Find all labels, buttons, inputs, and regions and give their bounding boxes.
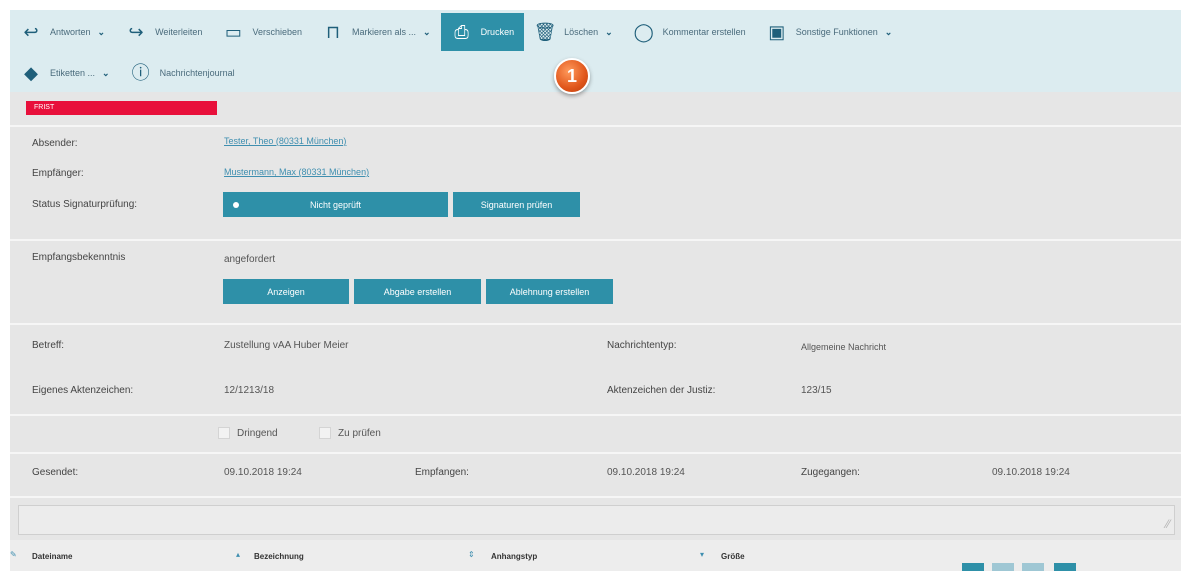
divider	[10, 125, 1181, 127]
comment-icon: ◯	[633, 22, 654, 42]
own-reference-value: 12/1213/18	[224, 385, 275, 396]
toolbar-button-label: Sonstige Funktionen	[795, 27, 878, 37]
frist-badge: FRIST	[26, 101, 217, 115]
delivered-label: Zugegangen:	[801, 467, 860, 478]
folder-icon: ▭	[224, 22, 242, 42]
toolbar-nachrichtenjournal-button[interactable]: ⓘ Nachrichtenjournal	[120, 54, 245, 92]
trash-icon: 🗑	[533, 22, 557, 42]
toolbar-antworten-button[interactable]: ↩ Antworten ⌄	[10, 13, 115, 51]
toolbar-markieren-als-button[interactable]: ⊓ Markieren als ... ⌄	[312, 13, 441, 51]
pagination-control[interactable]	[962, 563, 984, 571]
column-header-filename[interactable]: Dateiname	[32, 552, 72, 561]
show-receipt-button[interactable]: Anzeigen	[223, 279, 349, 304]
toolbar-löschen-button[interactable]: 🗑 Löschen ⌄	[524, 13, 623, 51]
chevron-down-icon[interactable]: ⌄	[885, 27, 893, 38]
checkbox-box[interactable]	[319, 427, 331, 439]
step-callout-badge: 1	[554, 58, 590, 94]
toolbar-button-label: Markieren als ...	[351, 27, 417, 37]
toolbar-button-label: Antworten	[50, 27, 91, 37]
toolbar-button-label: Drucken	[480, 27, 515, 37]
recipient-link[interactable]: Mustermann, Max (80331 München)	[224, 167, 369, 177]
toolbar-verschieben-button[interactable]: ▭ Verschieben	[212, 13, 312, 51]
status-dot-icon	[233, 202, 239, 208]
pagination-control[interactable]	[1054, 563, 1076, 571]
sender-label: Absender:	[32, 138, 78, 149]
recipient-label: Empfänger:	[32, 168, 84, 179]
received-value: 09.10.2018 19:24	[607, 467, 685, 478]
info-icon: ⓘ	[131, 63, 150, 83]
toolbar-button-label: Kommentar erstellen	[662, 27, 746, 37]
court-reference-value: 123/15	[801, 385, 832, 396]
sort-desc-icon[interactable]: ▾	[700, 550, 704, 559]
chevron-down-icon[interactable]: ⌄	[98, 27, 106, 38]
row-handle-icon: ✎	[10, 550, 17, 559]
bookmark-icon: ⊓	[325, 22, 340, 42]
column-header-size[interactable]: Größe	[721, 552, 745, 561]
printer-icon: ⎙	[454, 22, 469, 42]
message-type-value: Allgemeine Nachricht	[801, 342, 887, 352]
signature-status-button[interactable]: Nicht geprüft	[223, 192, 448, 217]
message-type-label: Nachrichtentyp:	[607, 340, 677, 351]
receipt-label: Empfangsbekenntnis	[32, 252, 126, 263]
sort-both-icon[interactable]: ⇕	[468, 550, 475, 559]
check-signatures-button[interactable]: Signaturen prüfen	[453, 192, 580, 217]
chevron-down-icon[interactable]: ⌄	[423, 27, 431, 38]
toolbar-button-label: Verschieben	[252, 27, 302, 37]
urgent-checkbox[interactable]: Dringend	[218, 427, 278, 439]
comment-textarea[interactable]: ⁄⁄	[18, 505, 1175, 535]
resize-grip-icon[interactable]: ⁄⁄	[1166, 517, 1170, 531]
forward-icon: ↪	[128, 22, 144, 42]
pagination-control[interactable]	[992, 563, 1014, 571]
chevron-down-icon[interactable]: ⌄	[102, 68, 110, 79]
divider	[10, 239, 1181, 241]
pagination-control[interactable]	[1022, 563, 1044, 571]
toolbar-kommentar-erstellen-button[interactable]: ◯ Kommentar erstellen	[623, 13, 756, 51]
own-reference-label: Eigenes Aktenzeichen:	[32, 385, 134, 396]
menu-box-icon: ▣	[768, 22, 786, 42]
subject-value: Zustellung vAA Huber Meier	[224, 340, 349, 351]
sender-link[interactable]: Tester, Theo (80331 München)	[224, 136, 346, 146]
divider	[10, 323, 1181, 325]
urgent-checkbox-label: Dringend	[237, 427, 278, 439]
subject-label: Betreff:	[32, 340, 65, 351]
create-receipt-button[interactable]: Abgabe erstellen	[354, 279, 481, 304]
delivered-value: 09.10.2018 19:24	[992, 467, 1070, 478]
toolbar-weiterleiten-button[interactable]: ↪ Weiterleiten	[115, 13, 212, 51]
toolbar-drucken-button[interactable]: ⎙ Drucken	[440, 13, 525, 51]
toolbar-etiketten-button[interactable]: ◆ Etiketten ... ⌄	[10, 54, 120, 92]
message-view: ↩ Antworten ⌄ ↪ Weiterleiten ▭ Verschieben ⊓ Mar…	[10, 10, 1181, 571]
received-label: Empfangen:	[415, 467, 469, 478]
divider	[10, 496, 1181, 498]
checkbox-box[interactable]	[218, 427, 230, 439]
toolbar-row-1: ↩ Antworten ⌄ ↪ Weiterleiten ▭ Verschieben ⊓ Mar…	[10, 13, 902, 51]
toolbar: ↩ Antworten ⌄ ↪ Weiterleiten ▭ Verschieben ⊓ Mar…	[10, 10, 1181, 92]
column-header-attachment-type[interactable]: Anhangstyp	[491, 552, 537, 561]
sent-label: Gesendet:	[32, 467, 79, 478]
toolbar-button-label: Weiterleiten	[155, 27, 203, 37]
toolbar-button-label: Etiketten ...	[50, 68, 96, 78]
to-check-checkbox-label: Zu prüfen	[338, 427, 381, 439]
divider	[10, 452, 1181, 454]
receipt-value: angefordert	[224, 254, 276, 265]
toolbar-button-label: Nachrichtenjournal	[159, 68, 235, 78]
divider	[10, 414, 1181, 416]
toolbar-button-label: Löschen	[564, 27, 599, 37]
court-reference-label: Aktenzeichen der Justiz:	[607, 385, 716, 396]
reject-receipt-button[interactable]: Ablehnung erstellen	[486, 279, 613, 304]
column-header-description[interactable]: Bezeichnung	[254, 552, 304, 561]
sent-value: 09.10.2018 19:24	[224, 467, 302, 478]
sort-asc-icon[interactable]: ▴	[236, 550, 240, 559]
toolbar-row-2: ◆ Etiketten ... ⌄ ⓘ Nachrichtenjournal	[10, 54, 245, 92]
chevron-down-icon[interactable]: ⌄	[605, 27, 613, 38]
tag-icon: ◆	[24, 63, 38, 83]
signature-status-label: Status Signaturprüfung:	[32, 199, 138, 210]
to-check-checkbox[interactable]: Zu prüfen	[319, 427, 381, 439]
signature-status-text: Nicht geprüft	[309, 199, 362, 210]
toolbar-sonstige-funktionen-button[interactable]: ▣ Sonstige Funktionen ⌄	[756, 13, 903, 51]
reply-icon: ↩	[23, 22, 39, 42]
